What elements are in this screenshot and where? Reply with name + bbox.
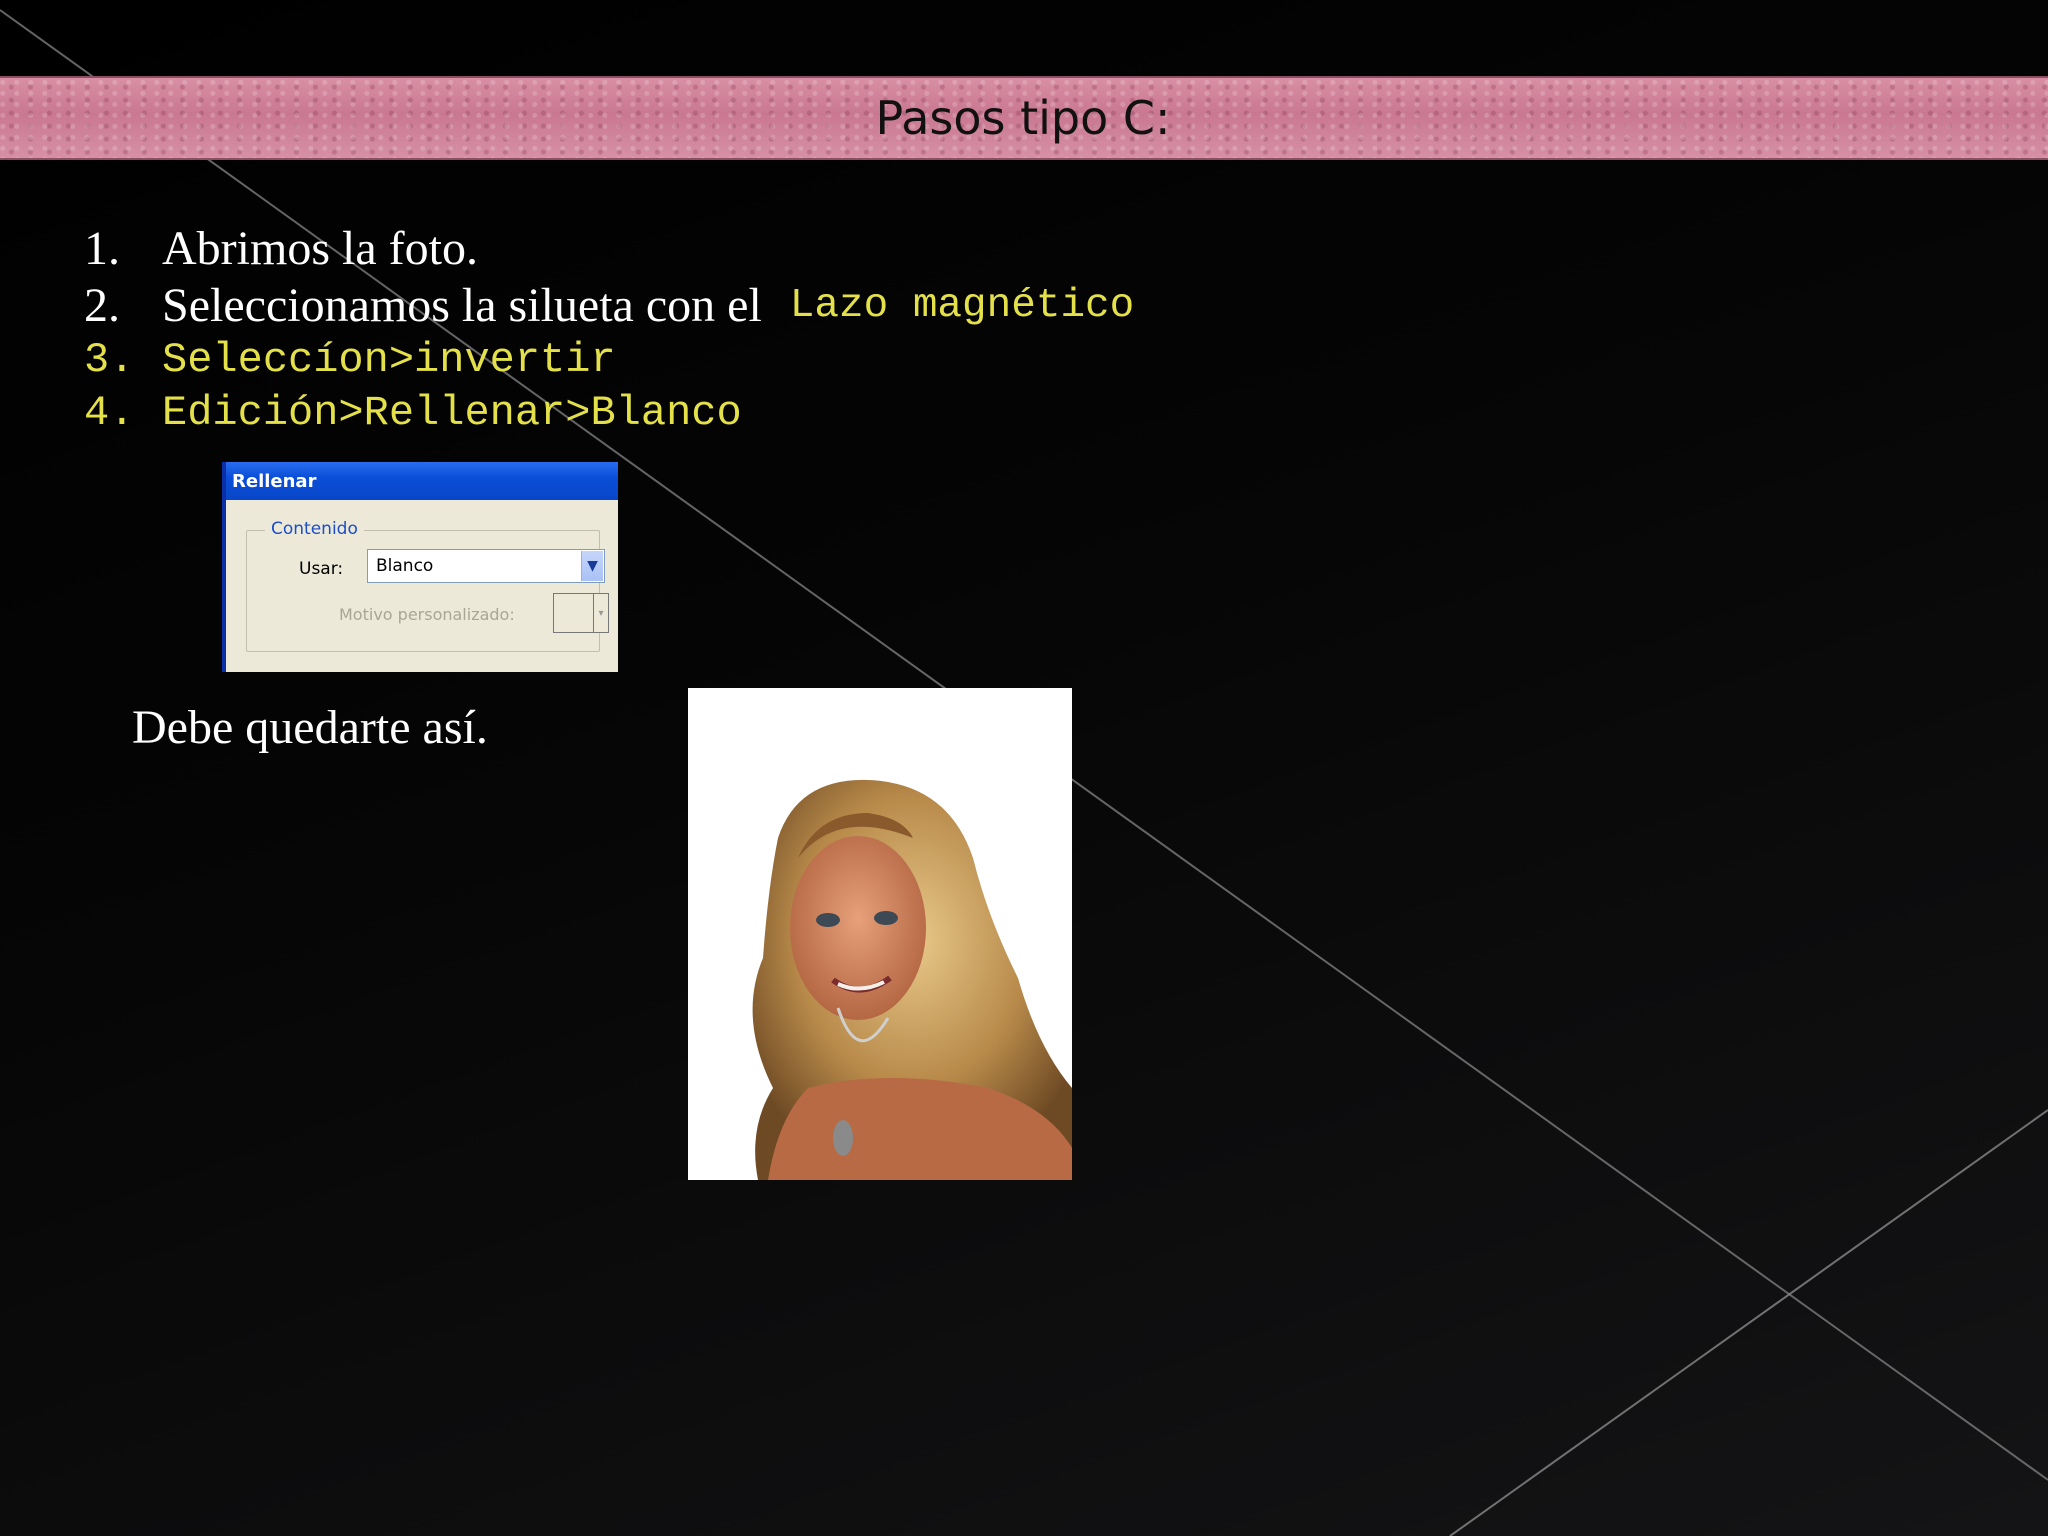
chevron-down-icon[interactable]: ▼ [581, 551, 603, 581]
step-number: 1. [84, 222, 120, 275]
tool-name: Lazo magnético [789, 282, 1135, 329]
use-select-value: Blanco [376, 556, 434, 576]
result-photo [688, 688, 1072, 1180]
step-text: Seleccionamos la silueta con el [162, 279, 762, 332]
pattern-swatch[interactable]: ▾ [553, 593, 609, 633]
steps-list: 1. Abrimos la foto. 2. Seleccionamos la … [84, 220, 1134, 440]
step-3: 3. Seleccíon>invertir [84, 334, 1134, 386]
content-group: Contenido Usar: Blanco ▼ Motivo personal… [246, 519, 609, 652]
step-number: 3. [84, 336, 135, 384]
result-caption: Debe quedarte así. [132, 701, 488, 754]
step-number: 2. [84, 279, 120, 332]
step-4: 4. Edición>Rellenar>Blanco [84, 386, 1134, 440]
step-1: 1. Abrimos la foto. [84, 220, 1134, 277]
pattern-label: Motivo personalizado: [339, 605, 515, 624]
slide: Pasos tipo C: 1. Abrimos la foto. 2. Sel… [0, 0, 2048, 1536]
step-number: 4. [84, 389, 135, 437]
portrait-image [688, 688, 1072, 1180]
step-text: Edición>Rellenar>Blanco [162, 389, 742, 437]
slide-title: Pasos tipo C: [875, 91, 1171, 145]
step-text: Seleccíon>invertir [162, 336, 616, 384]
step-2: 2. Seleccionamos la silueta con el Lazo … [84, 277, 1134, 334]
use-select[interactable]: Blanco ▼ [367, 549, 605, 583]
use-label: Usar: [299, 559, 344, 579]
content-group-label: Contenido [265, 519, 364, 539]
dialog-title: Rellenar [226, 462, 618, 500]
step-text: Abrimos la foto. [162, 222, 478, 275]
pattern-dropdown-icon[interactable]: ▾ [593, 594, 608, 632]
fill-dialog-screenshot: Rellenar Contenido Usar: Blanco ▼ Motivo… [222, 462, 618, 672]
title-bar: Pasos tipo C: [0, 76, 2048, 160]
